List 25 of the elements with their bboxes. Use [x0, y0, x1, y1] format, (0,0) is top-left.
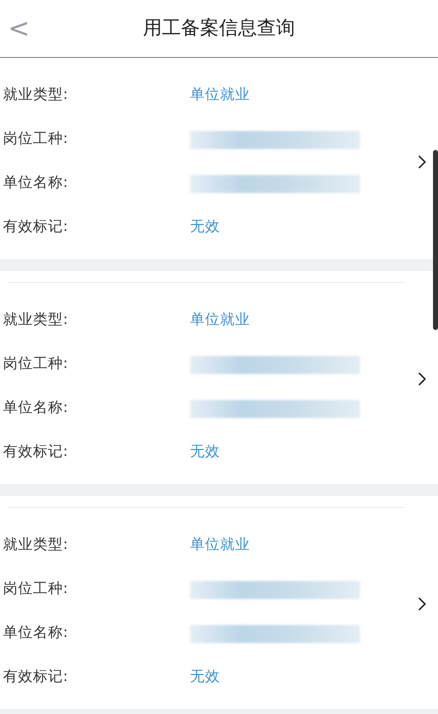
field-label: 岗位工种: — [2, 130, 69, 150]
chevron-right-icon — [418, 596, 426, 610]
field-label: 就业类型: — [2, 311, 69, 330]
record-card[interactable]: 就业类型: 单位就业 岗位工种: 单位名称: 有效标记: 无效 — [0, 58, 438, 259]
field-label: 单位名称: — [2, 624, 69, 644]
field-value: 无效 — [190, 443, 220, 462]
field-value: 单位就业 — [190, 86, 250, 106]
field-label: 有效标记: — [2, 218, 69, 238]
field-value: 单位就业 — [190, 311, 250, 330]
page-title: 用工备案信息查询 — [143, 17, 295, 40]
chevron-right-icon — [418, 372, 426, 386]
field-label: 就业类型: — [2, 536, 69, 556]
field-label: 岗位工种: — [2, 580, 69, 600]
field-label: 就业类型: — [2, 86, 69, 106]
field-label: 有效标记: — [2, 443, 69, 462]
field-value: 无效 — [190, 668, 220, 688]
field-value: 单位就业 — [190, 536, 250, 556]
record-card[interactable]: 就业类型: 单位就业 岗位工种: 单位名称: 有效标记: 无效 — [0, 496, 438, 709]
record-card[interactable]: 就业类型: 单位就业 岗位工种: 单位名称: 有效标记: 无效 — [0, 271, 438, 484]
field-label: 有效标记: — [2, 668, 69, 688]
field-value: 无效 — [190, 218, 220, 238]
field-label: 岗位工种: — [2, 355, 69, 374]
chevron-right-icon — [418, 155, 426, 169]
field-label: 单位名称: — [2, 399, 69, 418]
field-label: 单位名称: — [2, 174, 69, 194]
